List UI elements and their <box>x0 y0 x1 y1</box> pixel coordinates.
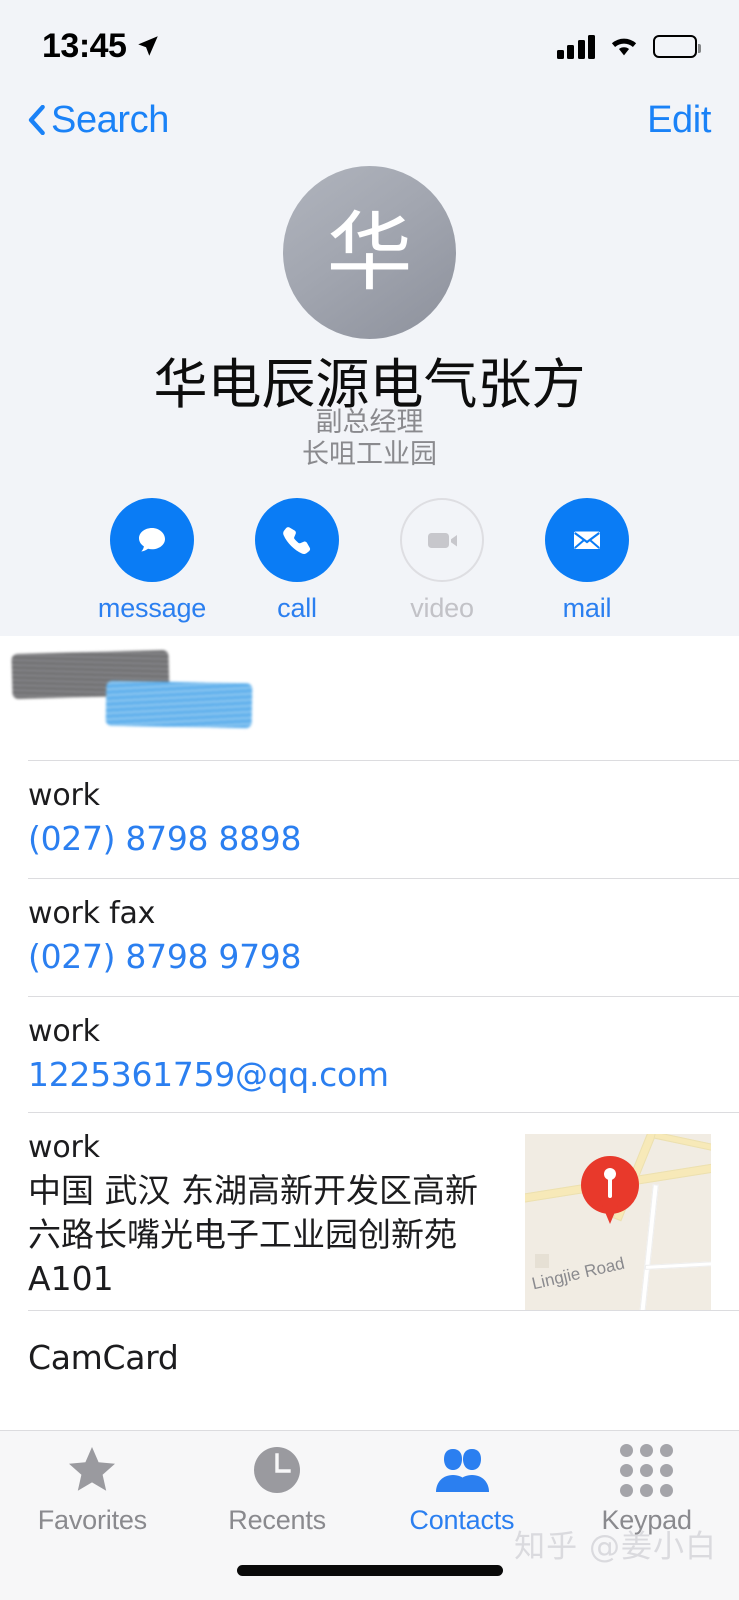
email-row-work[interactable]: work 1225361759@qq.com <box>0 996 739 1112</box>
phone-handset-icon <box>255 498 339 582</box>
avatar-initial: 华 <box>326 202 413 303</box>
keypad-dots-icon <box>620 1443 674 1497</box>
address-row-work[interactable]: work 中国 武汉 东湖高新开发区高新六路长嘴光电子工业园创新苑 A101 L… <box>0 1112 739 1311</box>
address-text-block: work 中国 武汉 东湖高新开发区高新六路长嘴光电子工业园创新苑 A101 <box>28 1130 498 1301</box>
quick-action-bar: message call video mail <box>0 498 739 624</box>
envelope-icon <box>545 498 629 582</box>
video-camera-icon <box>400 498 484 582</box>
tab-bar: Favorites Recents Contacts Keypad 知乎 @姜小… <box>0 1430 739 1600</box>
avatar[interactable]: 华 <box>283 166 456 339</box>
location-arrow-icon <box>138 36 159 56</box>
people-icon <box>434 1444 490 1496</box>
phone-value-work[interactable]: (027) 8798 8898 <box>28 819 711 858</box>
redaction-mark-blue <box>105 680 253 729</box>
mail-action-label: mail <box>562 593 612 623</box>
map-road <box>644 1259 711 1270</box>
video-action-button: video <box>397 498 487 624</box>
note-value: CamCard <box>28 1338 179 1377</box>
call-action-label: call <box>277 593 317 623</box>
map-road <box>653 1134 711 1164</box>
row-separator <box>28 1112 739 1113</box>
contact-job-title: 副总经理 <box>315 407 424 438</box>
address-label-work: work <box>28 1130 100 1165</box>
status-bar-right <box>556 33 701 59</box>
tab-recents[interactable]: Recents <box>185 1431 370 1549</box>
redacted-field-row[interactable] <box>0 636 739 760</box>
watermark: 知乎 @姜小白 <box>514 1529 717 1565</box>
phone-value-work-fax[interactable]: (027) 8798 9798 <box>28 937 711 976</box>
status-bar: 13:45 <box>0 0 739 74</box>
tab-recents-label: Recents <box>228 1505 326 1535</box>
email-label-work: work <box>28 1014 100 1049</box>
call-action-button[interactable]: call <box>252 498 342 624</box>
note-row[interactable]: CamCard <box>0 1310 739 1398</box>
row-separator <box>28 878 739 879</box>
tab-favorites[interactable]: Favorites <box>0 1431 185 1549</box>
cellular-signal-icon <box>556 33 595 59</box>
edit-button[interactable]: Edit <box>647 99 711 142</box>
email-value-work[interactable]: 1225361759@qq.com <box>28 1055 711 1094</box>
clock-icon <box>252 1444 302 1496</box>
row-separator <box>28 760 739 761</box>
back-button[interactable]: Search <box>28 99 169 142</box>
tab-favorites-label: Favorites <box>37 1505 147 1535</box>
back-button-label: Search <box>51 98 170 141</box>
phone-row-work[interactable]: work (027) 8798 8898 <box>0 760 739 878</box>
message-action-label: message <box>97 593 207 623</box>
home-indicator[interactable] <box>236 1565 503 1576</box>
star-icon <box>66 1444 118 1496</box>
map-pin-icon <box>581 1156 639 1224</box>
video-action-label: video <box>410 593 474 623</box>
contact-company: 长咀工业园 <box>302 439 437 470</box>
battery-icon <box>653 34 701 58</box>
phone-row-work-fax[interactable]: work fax (027) 8798 9798 <box>0 878 739 996</box>
phone-label-work-fax: work fax <box>28 896 156 931</box>
status-time: 13:45 <box>42 26 127 65</box>
mail-action-button[interactable]: mail <box>542 498 632 624</box>
contact-detail-list: work (027) 8798 8898 work fax (027) 8798… <box>0 636 739 1398</box>
status-bar-left: 13:45 <box>42 27 161 66</box>
address-value-work[interactable]: 中国 武汉 东湖高新开发区高新六路长嘴光电子工业园创新苑 A101 <box>28 1169 498 1301</box>
message-bubble-icon <box>110 498 194 582</box>
navigation-bar: Search Edit <box>0 86 739 154</box>
chevron-left-icon <box>28 105 45 135</box>
row-separator <box>28 1310 739 1311</box>
row-separator <box>28 996 739 997</box>
tab-contacts-label: Contacts <box>409 1505 515 1535</box>
phone-label-work: work <box>28 778 100 813</box>
message-action-button[interactable]: message <box>98 498 206 624</box>
map-thumbnail[interactable]: Lingjie Road <box>525 1134 711 1311</box>
wifi-icon <box>611 38 637 56</box>
map-road <box>637 1184 659 1311</box>
contact-detail-screen: 13:45 Search Edit 华 华电辰源电气张方 副总经理 长咀工业园 … <box>0 0 739 1600</box>
contact-header-region: 13:45 Search Edit 华 华电辰源电气张方 副总经理 长咀工业园 … <box>0 0 739 636</box>
map-building <box>535 1254 549 1268</box>
